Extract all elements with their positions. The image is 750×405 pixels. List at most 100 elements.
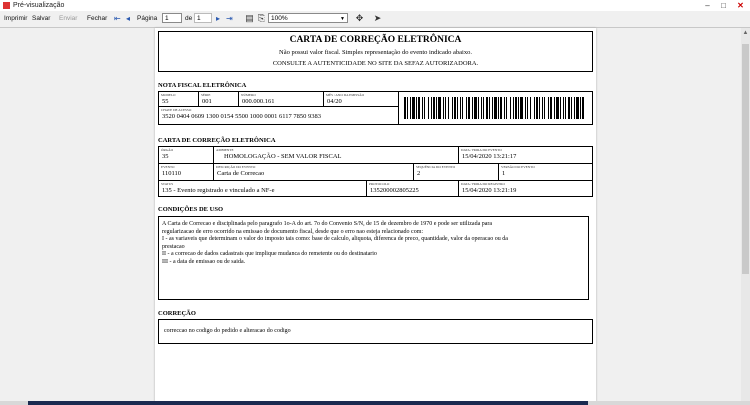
vertical-scrollbar[interactable]: ▲ xyxy=(741,28,750,402)
barcode-bar xyxy=(527,97,528,119)
minimize-button[interactable]: – xyxy=(700,0,715,11)
barcode-bar xyxy=(428,97,429,119)
cce-organ-value: 35 xyxy=(162,153,169,160)
cce-status-cell: STATUS 135 - Evento registrado e vincula… xyxy=(159,181,367,196)
nfe-number-value: 000.000.161 xyxy=(242,98,275,105)
barcode-bar xyxy=(539,97,540,119)
print-button[interactable]: Imprimir xyxy=(4,15,27,22)
barcode-bar xyxy=(506,97,507,119)
pointer-icon[interactable]: ➤ xyxy=(372,13,383,24)
barcode-bar xyxy=(433,97,435,119)
access-key-barcode xyxy=(404,97,586,119)
scroll-up-icon[interactable]: ▲ xyxy=(741,30,750,36)
toolbar: Imprimir Salvar Enviar Fechar ⇤ ◂ Página… xyxy=(0,11,750,28)
nfe-access-key-cell: CHAVE DE ACESSO 3520 0404 0609 1300 0154… xyxy=(159,107,399,124)
cce-event-cell: EVENTO 110110 xyxy=(159,164,214,181)
barcode-bar xyxy=(563,97,564,119)
last-page-icon[interactable]: ⇥ xyxy=(226,14,233,23)
next-page-icon[interactable]: ▸ xyxy=(216,14,220,23)
access-key-value: 3520 0404 0609 1300 0154 5500 1000 0001 … xyxy=(162,113,322,120)
cce-status-label: STATUS xyxy=(161,182,174,186)
barcode-bar xyxy=(438,97,441,119)
first-page-icon[interactable]: ⇤ xyxy=(114,14,121,23)
chevron-down-icon: ▼ xyxy=(340,16,345,22)
barcode-bar xyxy=(486,97,488,119)
barcode-bar xyxy=(410,97,411,119)
header-box: CARTA DE CORREÇÃO ELETRÔNICA Não possui … xyxy=(158,31,593,72)
barcode-bar xyxy=(492,97,493,119)
maximize-button[interactable]: □ xyxy=(716,0,731,11)
app-icon xyxy=(3,2,10,9)
barcode-bar xyxy=(436,97,437,119)
conditions-line-1: A Carta de Correcao e disciplinada pelo … xyxy=(162,221,493,227)
conditions-section-title: CONDIÇÕES DE USO xyxy=(158,206,224,213)
barcode-bar xyxy=(445,97,446,119)
barcode-bar xyxy=(472,97,473,119)
nfe-issue-date-label: MÊS / ANO DA EMISSÃO xyxy=(326,93,365,97)
scrollbar-thumb[interactable] xyxy=(742,44,749,274)
barcode-bar xyxy=(412,97,415,119)
barcode-bar xyxy=(452,97,453,119)
barcode-bar xyxy=(556,97,559,119)
header-authenticity: CONSULTE A AUTENTICIDADE NO SITE DA SEFA… xyxy=(272,60,479,67)
prev-page-icon[interactable]: ◂ xyxy=(126,14,130,23)
nfe-model-value: 55 xyxy=(162,98,169,105)
cce-protocol-label: PROTOCOLO xyxy=(369,182,390,186)
conditions-line-5: II - a correcao de dados cadastrais que … xyxy=(162,251,377,258)
cce-status-value: 135 - Evento registrado e vinculado a NF… xyxy=(162,187,275,194)
barcode-bar xyxy=(580,97,581,119)
nfe-section-title: NOTA FISCAL ELETRÔNICA xyxy=(158,82,247,89)
cce-section-title: CARTA DE CORREÇÃO ELETRÔNICA xyxy=(158,137,276,144)
close-button[interactable]: Fechar xyxy=(87,15,107,22)
page-label: Página xyxy=(137,15,158,22)
barcode-bar xyxy=(416,97,417,119)
cce-event-value: 110110 xyxy=(162,170,182,177)
barcode-bar xyxy=(571,97,572,119)
page-number-input[interactable]: 1 xyxy=(162,13,182,23)
cce-registry-date-cell: DATA / HORA DO REGISTRO 15/04/2020 13:21… xyxy=(459,181,592,196)
barcode-bar xyxy=(515,97,517,119)
barcode-bar xyxy=(548,97,549,119)
cce-environment-value: HOMOLOGAÇÃO - SEM VALOR FISCAL xyxy=(224,153,342,160)
nfe-issue-date-cell: MÊS / ANO DA EMISSÃO 04/20 xyxy=(324,92,399,107)
barcode-bar xyxy=(424,97,425,119)
barcode-bar xyxy=(483,97,484,119)
barcode-bar xyxy=(500,97,502,119)
nfe-series-value: 001 xyxy=(202,98,212,105)
access-key-label: CHAVE DE ACESSO xyxy=(161,108,192,112)
close-window-button[interactable]: ✕ xyxy=(733,0,748,11)
barcode-bar xyxy=(574,97,575,119)
cce-event-date-label: DATA / HORA DO EVENTO xyxy=(461,148,502,152)
barcode-bar xyxy=(536,97,538,119)
document-page: CARTA DE CORREÇÃO ELETRÔNICA Não possui … xyxy=(155,28,596,402)
cce-event-date-value: 15/04/2020 13:21:17 xyxy=(462,153,517,160)
cce-event-description-cell: DESCRIÇÃO DO EVENTO Carta de Correcao xyxy=(214,164,414,181)
export-icon[interactable]: ⎘ xyxy=(256,13,267,24)
nfe-box: MODELO 55 SÉRIE 001 NÚMERO 000.000.161 M… xyxy=(158,91,593,125)
barcode-bar xyxy=(431,97,432,119)
barcode-bar xyxy=(576,97,579,119)
zoom-value: 100% xyxy=(271,15,288,22)
barcode-bar xyxy=(474,97,477,119)
barcode-bar xyxy=(418,97,420,119)
page-of-label: de xyxy=(185,15,193,22)
barcode-bar xyxy=(457,97,458,119)
correction-box: correccao no codigo do pedido e alteraca… xyxy=(158,319,593,344)
nfe-number-label: NÚMERO xyxy=(241,93,256,97)
barcode-bar xyxy=(534,97,535,119)
cce-event-sequence-cell: SEQUÊNCIA DO EVENTO 2 xyxy=(414,164,499,181)
zoom-tool-icon[interactable]: ✥ xyxy=(354,13,365,24)
save-button[interactable]: Salvar xyxy=(32,15,50,22)
barcode-bar xyxy=(460,97,461,119)
document-title: CARTA DE CORREÇÃO ELETRÔNICA xyxy=(289,35,462,45)
conditions-line-6: III - a data de emissao ou de saida. xyxy=(162,259,246,265)
nfe-series-label: SÉRIE xyxy=(201,93,211,97)
page-setup-icon[interactable]: ▤ xyxy=(244,13,255,24)
header-note: Não possui valor fiscal. Simples represe… xyxy=(279,49,472,56)
cce-organ-cell: ÓRGÃO 35 xyxy=(159,147,214,164)
send-button[interactable]: Enviar xyxy=(59,15,77,22)
barcode-bar xyxy=(448,97,449,119)
zoom-select[interactable]: 100% ▼ xyxy=(268,13,348,23)
correction-section-title: CORREÇÃO xyxy=(158,310,196,317)
barcode-bar xyxy=(454,97,456,119)
